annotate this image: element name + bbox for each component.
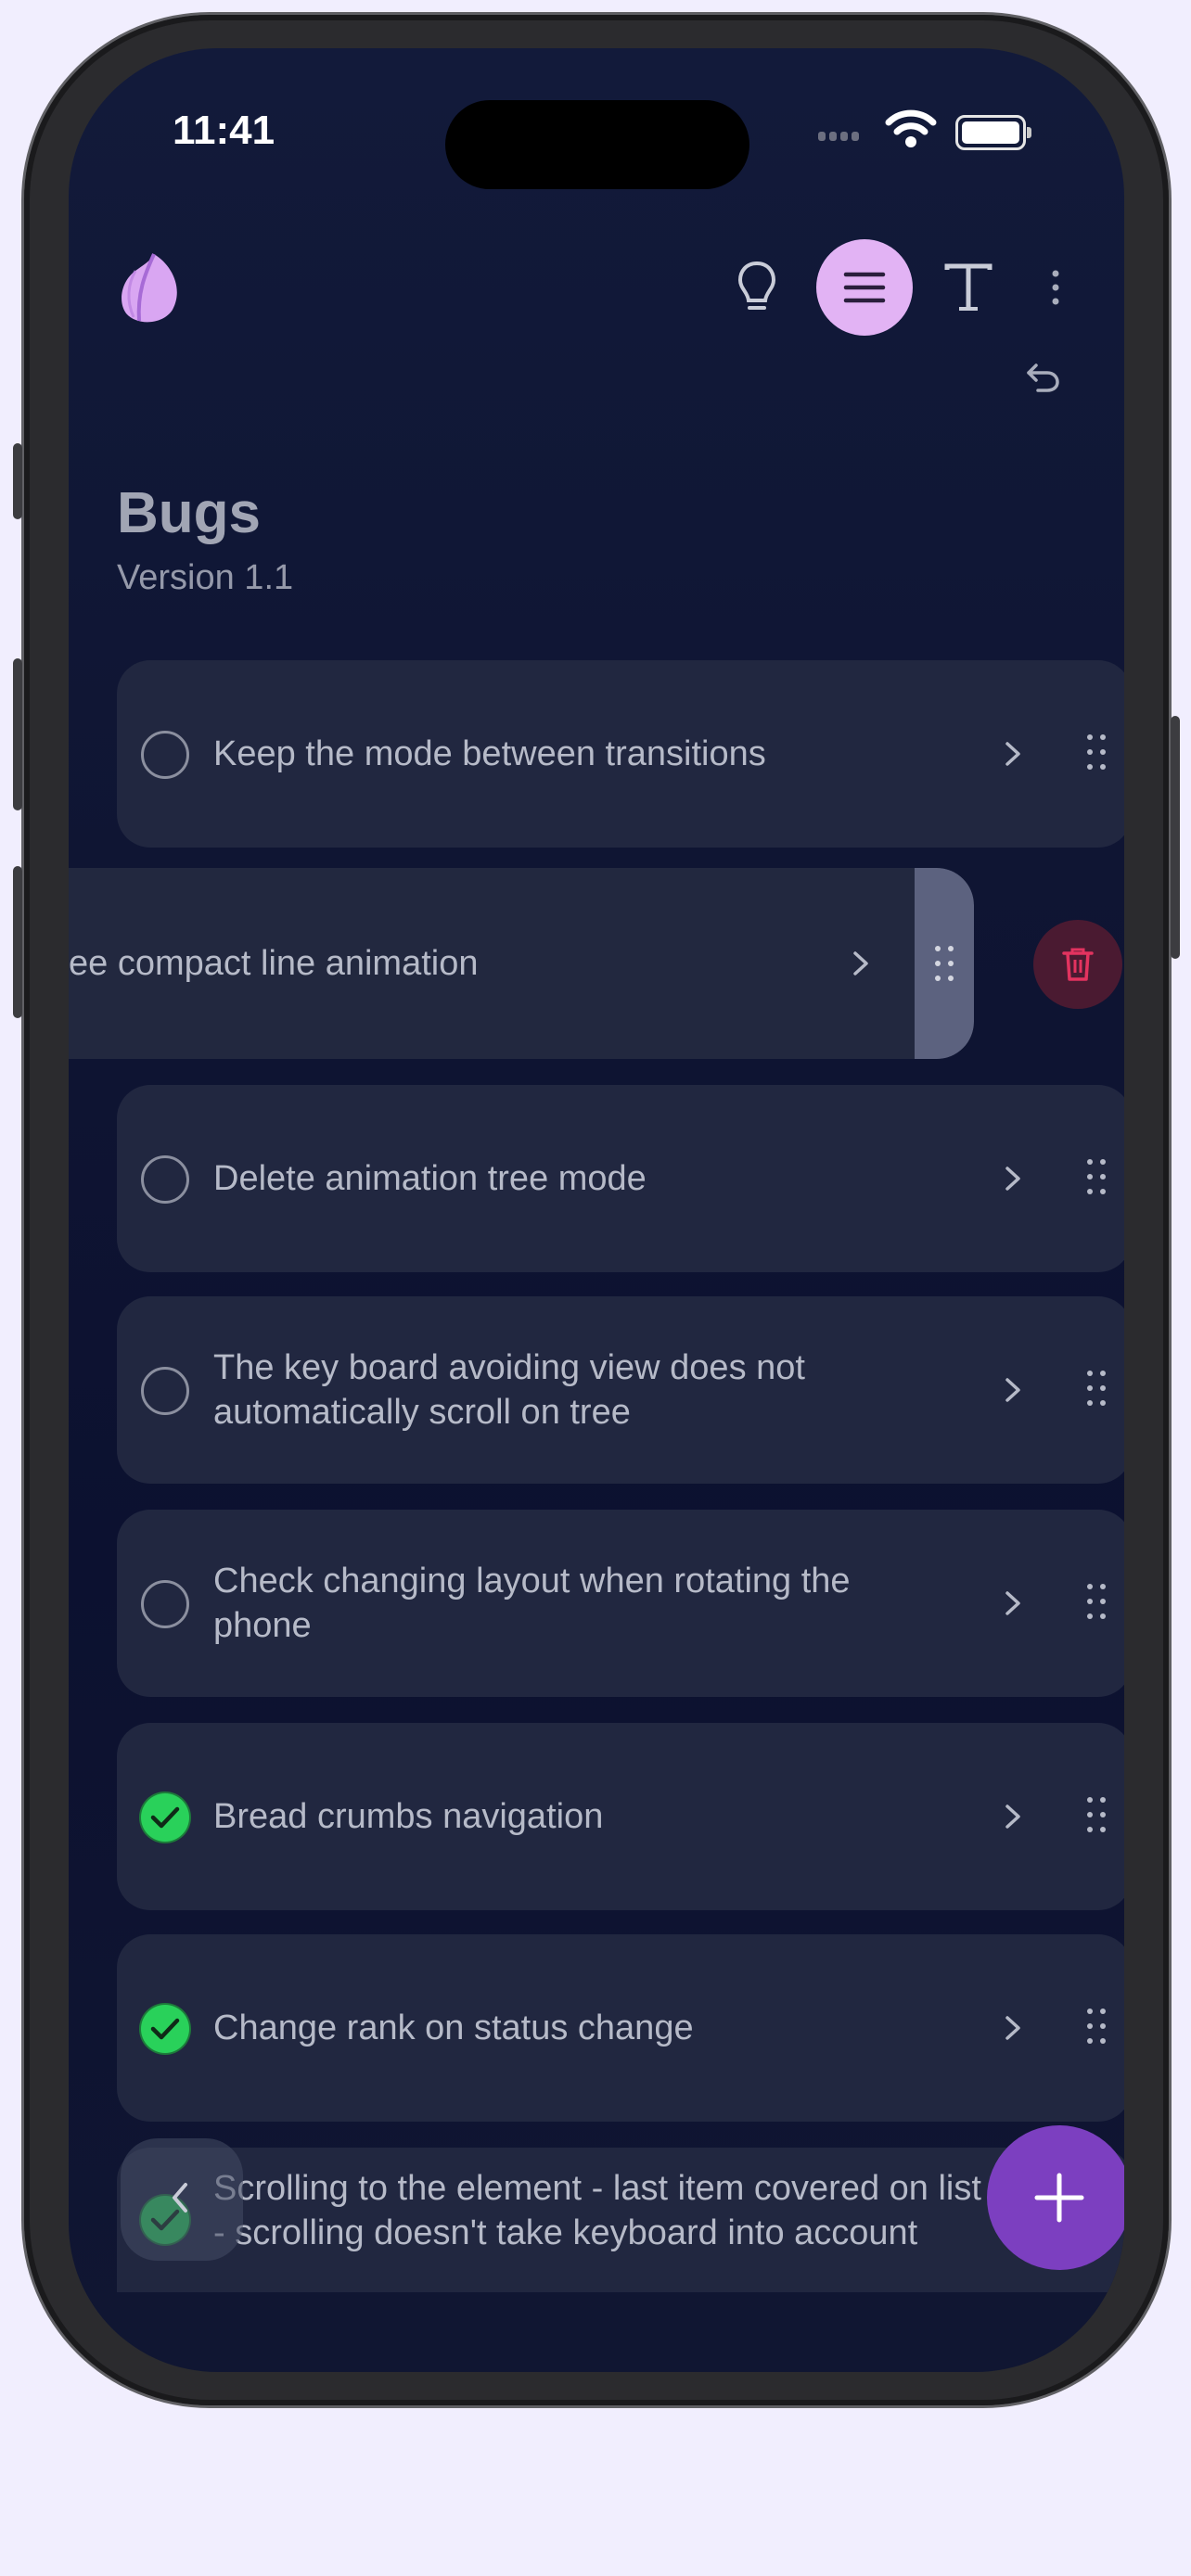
mute-switch	[13, 443, 22, 519]
task-text: The key board avoiding view does not aut…	[213, 1348, 805, 1432]
task-row-swiped[interactable]: ee compact line animation	[69, 868, 974, 1059]
circle-checkbox-icon[interactable]	[141, 731, 189, 779]
task-text: Check changing layout when rotating the …	[213, 1562, 851, 1645]
task-text: Keep the mode between transitions	[213, 734, 766, 773]
task-row[interactable]: Change rank on status change	[117, 1934, 1124, 2122]
chevron-right-icon[interactable]	[1002, 1801, 1024, 1832]
task-row[interactable]: The key board avoiding view does not aut…	[117, 1296, 1124, 1484]
text-format-icon[interactable]	[935, 254, 1002, 321]
task-text: Change rank on status change	[213, 2009, 694, 2047]
drag-handle-icon[interactable]	[1085, 1795, 1108, 1834]
add-task-button[interactable]	[987, 2125, 1124, 2270]
wifi-icon	[885, 109, 937, 147]
chevron-right-icon[interactable]	[1002, 2012, 1024, 2044]
check-circle-icon[interactable]	[141, 2005, 189, 2053]
more-vertical-icon[interactable]	[1037, 258, 1074, 317]
undo-icon[interactable]	[1018, 354, 1067, 401]
dynamic-island	[445, 100, 749, 189]
task-text: Bread crumbs navigation	[213, 1797, 604, 1836]
task-text: Scrolling to the element - last item cov…	[213, 2169, 981, 2252]
circle-checkbox-icon[interactable]	[141, 1580, 189, 1628]
task-row[interactable]: Check changing layout when rotating the …	[117, 1510, 1124, 1697]
task-row[interactable]: Keep the mode between transitions	[117, 660, 1124, 848]
battery-icon	[955, 115, 1031, 150]
trash-icon	[1062, 948, 1094, 981]
chevron-right-icon[interactable]	[850, 948, 872, 979]
list-view-button[interactable]	[816, 239, 913, 336]
plus-icon	[1034, 2173, 1084, 2223]
lightbulb-icon[interactable]	[727, 258, 787, 317]
leaf-logo-icon	[122, 253, 177, 323]
task-row[interactable]: Bread crumbs navigation	[117, 1723, 1124, 1910]
back-button[interactable]	[121, 2138, 243, 2261]
circle-checkbox-icon[interactable]	[141, 1155, 189, 1204]
chevron-right-icon[interactable]	[1002, 738, 1024, 770]
check-circle-icon[interactable]	[141, 1793, 189, 1842]
drag-handle-icon[interactable]	[1085, 1369, 1108, 1408]
drag-handle-block[interactable]	[915, 868, 974, 1059]
chevron-right-icon[interactable]	[1002, 1588, 1024, 1619]
drag-handle-icon[interactable]	[1085, 1582, 1108, 1621]
task-text: ee compact line animation	[69, 944, 479, 983]
volume-up-button	[13, 658, 22, 810]
page-subtitle: Version 1.1	[117, 558, 294, 597]
drag-handle-icon[interactable]	[1085, 2007, 1108, 2046]
phone-frame: 11:41 Bugs Version 1.1 Keep the mode bet…	[13, 15, 1180, 2405]
power-button	[1171, 716, 1180, 959]
drag-handle-icon[interactable]	[1085, 1157, 1108, 1196]
list-icon	[843, 272, 886, 303]
task-row[interactable]: Delete animation tree mode	[117, 1085, 1124, 1272]
volume-down-button	[13, 866, 22, 1018]
delete-button[interactable]	[1033, 920, 1122, 1009]
drag-handle-icon[interactable]	[933, 944, 955, 983]
status-time: 11:41	[173, 108, 275, 153]
app-screen: 11:41 Bugs Version 1.1 Keep the mode bet…	[69, 48, 1124, 2372]
chevron-left-icon	[173, 2183, 187, 2213]
drag-handle-icon[interactable]	[1085, 733, 1108, 772]
chevron-right-icon[interactable]	[1002, 1374, 1024, 1406]
task-text: Delete animation tree mode	[213, 1159, 647, 1198]
page-title: Bugs	[117, 481, 261, 545]
task-row[interactable]: Scrolling to the element - last item cov…	[117, 2148, 1124, 2292]
chevron-right-icon[interactable]	[1002, 1163, 1024, 1194]
circle-checkbox-icon[interactable]	[141, 1367, 189, 1415]
